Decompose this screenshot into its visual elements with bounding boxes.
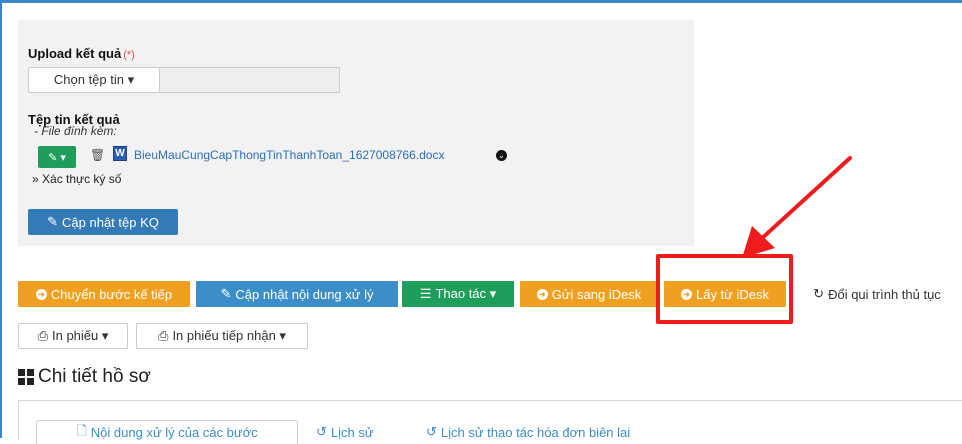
file-icon: 🗋 xyxy=(76,422,87,438)
print-form-button[interactable]: ⎙ In phiếu ▾ xyxy=(18,323,128,349)
tab-history[interactable]: ↺ Lịch sử xyxy=(316,420,374,444)
tab-history-label: Lịch sử xyxy=(330,424,374,440)
print-receipt-button[interactable]: ⎙ In phiếu tiếp nhận ▾ xyxy=(136,323,308,349)
tab-invoice-history-label: Lịch sử thao tác hóa đơn biên lai xyxy=(440,424,631,440)
detail-heading: Chi tiết hồ sơ xyxy=(18,366,151,388)
grid-icon xyxy=(18,369,34,385)
tab-step-content[interactable]: 🗋 Nội dung xử lý của các bước xyxy=(36,420,298,444)
print-form-label: In phiếu ▾ xyxy=(52,328,109,343)
printer-icon: ⎙ xyxy=(37,328,48,343)
printer-icon: ⎙ xyxy=(158,328,169,343)
detail-title-text: Chi tiết hồ sơ xyxy=(38,366,151,387)
tab-invoice-history[interactable]: ↺ Lịch sử thao tác hóa đơn biên lai xyxy=(426,420,630,444)
print-receipt-label: In phiếu tiếp nhận ▾ xyxy=(172,328,286,343)
